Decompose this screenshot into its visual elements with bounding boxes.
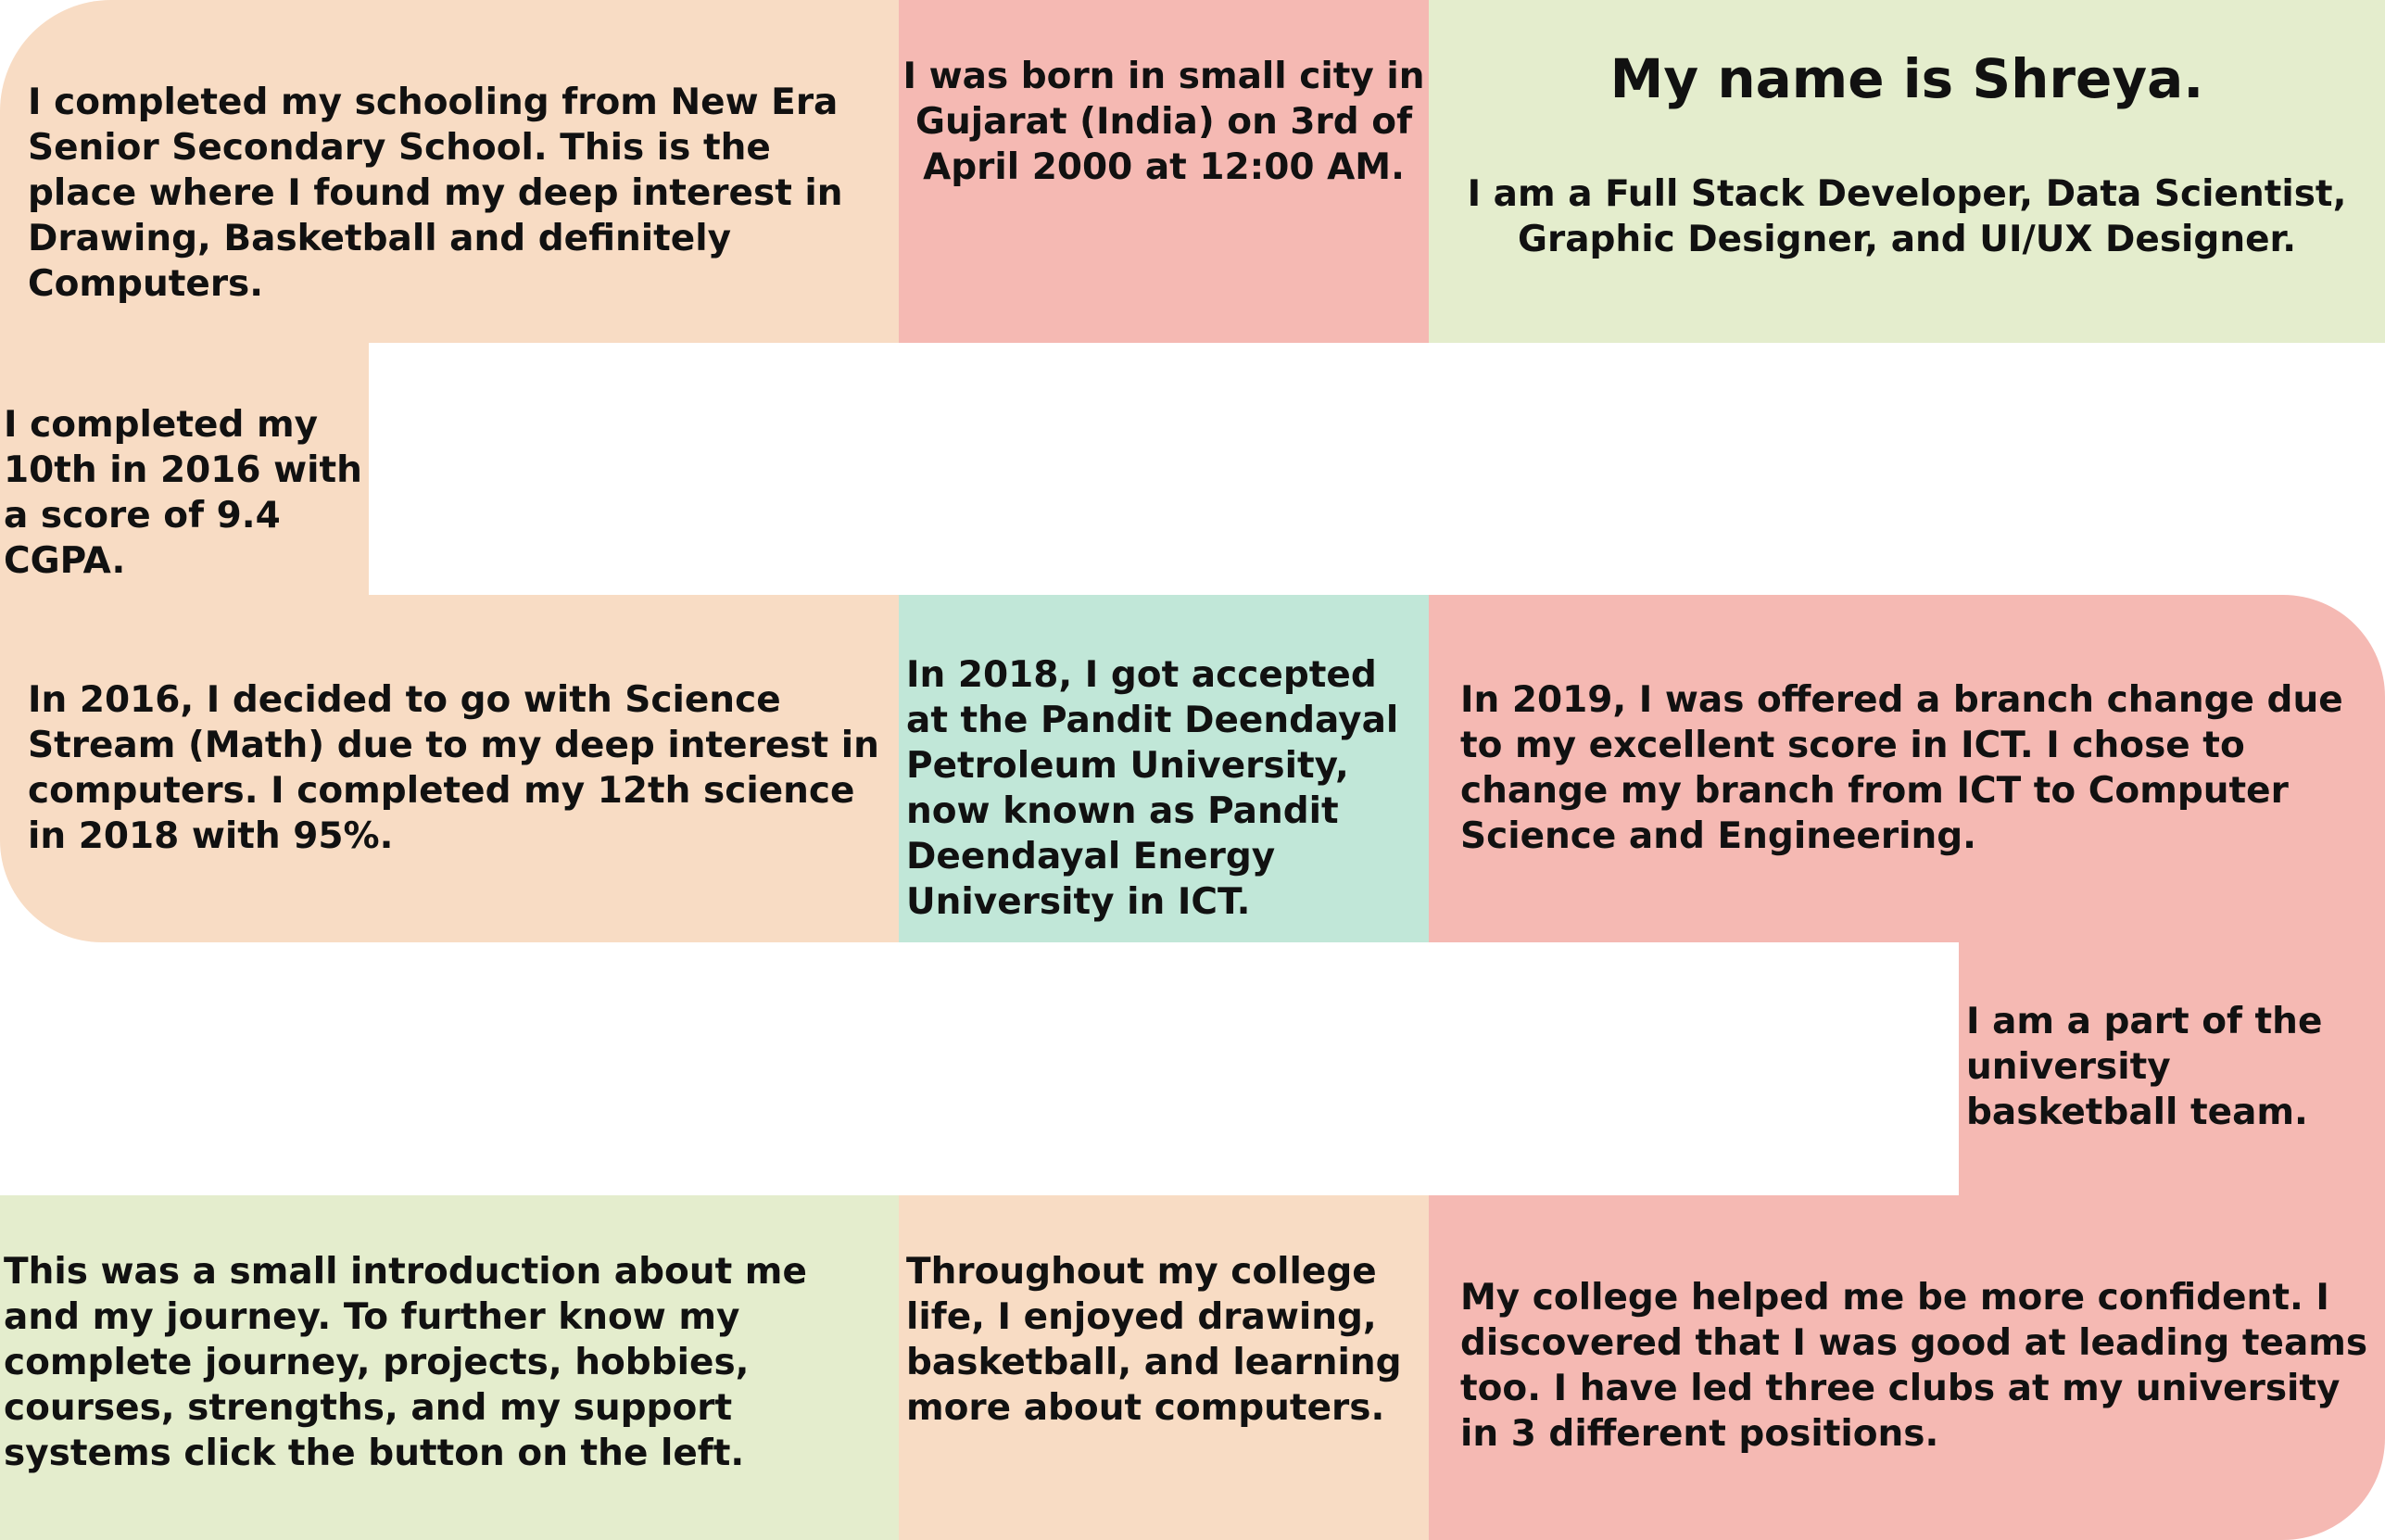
birth-text: I was born in small city in Gujarat (Ind… <box>902 56 1425 188</box>
tile-university-acceptance: In 2018, I got accepted at the Pandit De… <box>899 595 1429 942</box>
college-life-text: Throughout my college life, I enjoyed dr… <box>906 1251 1402 1429</box>
tile-schooling: I completed my schooling from New Era Se… <box>0 0 899 343</box>
tile-tenth-grade: I completed my 10th in 2016 with a score… <box>0 343 369 595</box>
basketball-team-text: I am a part of the university basketball… <box>1966 1001 2323 1133</box>
schooling-text: I completed my schooling from New Era Se… <box>28 82 843 305</box>
branch-change-text: In 2019, I was offered a branch change d… <box>1460 679 2343 857</box>
tile-science-stream: In 2016, I decided to go with Science St… <box>0 595 899 942</box>
tenth-grade-text: I completed my 10th in 2016 with a score… <box>4 404 362 582</box>
leadership-text: My college helped me be more confident. … <box>1460 1277 2368 1455</box>
closing-intro-text: This was a small introduction about me a… <box>4 1251 807 1474</box>
tile-college-life: Throughout my college life, I enjoyed dr… <box>899 1195 1429 1540</box>
tile-introduction-name: My name is Shreya. I am a Full Stack Dev… <box>1429 0 2385 343</box>
tile-birth: I was born in small city in Gujarat (Ind… <box>899 0 1429 343</box>
roles-text: I am a Full Stack Developer, Data Scient… <box>1467 173 2347 260</box>
tile-leadership: My college helped me be more confident. … <box>1429 1195 2385 1540</box>
university-acceptance-text: In 2018, I got accepted at the Pandit De… <box>906 654 1399 923</box>
science-stream-text: In 2016, I decided to go with Science St… <box>28 679 879 857</box>
name-heading: My name is Shreya. <box>1609 47 2204 110</box>
tile-basketball-team: I am a part of the university basketball… <box>1959 942 2385 1195</box>
tile-branch-change: In 2019, I was offered a branch change d… <box>1429 595 2385 942</box>
tile-closing-intro: This was a small introduction about me a… <box>0 1195 899 1540</box>
